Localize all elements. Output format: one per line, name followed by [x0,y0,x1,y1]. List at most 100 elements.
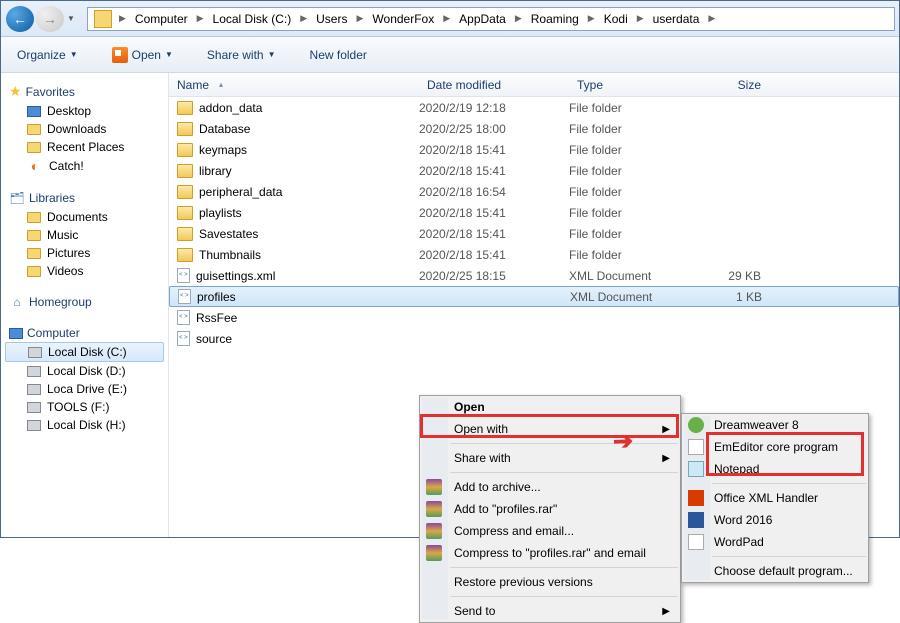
ctx-restore[interactable]: Restore previous versions [420,571,680,593]
address-bar[interactable]: ▶ Computer▶ Local Disk (C:)▶ Users▶ Wond… [87,7,895,31]
crumb-wonderfox[interactable]: WonderFox [366,8,440,30]
back-button[interactable]: ← [6,6,34,32]
wordpad-icon [688,534,704,550]
sub-notepad[interactable]: Notepad [682,458,868,480]
chevron-right-icon[interactable]: ▶ [116,13,129,24]
computer-header[interactable]: Computer [1,324,168,342]
homegroup-header[interactable]: ⌂Homegroup [1,292,168,312]
ctx-label: Dreamweaver 8 [714,418,799,432]
file-type-cell: XML Document [569,269,689,283]
file-type-cell: File folder [569,122,689,136]
share-with-button[interactable]: Share with ▼ [201,44,282,66]
ctx-add-profiles-rar[interactable]: Add to "profiles.rar" [420,498,680,520]
sidebar-item-drive-h[interactable]: Local Disk (H:) [1,416,168,434]
ctx-open[interactable]: Open [420,396,680,418]
open-button[interactable]: Open ▼ [106,43,179,67]
libraries-header[interactable]: 🗂 Libraries [1,188,168,208]
sub-wordpad[interactable]: WordPad [682,531,868,553]
dropdown-icon: ▼ [70,50,78,59]
history-dropdown[interactable]: ▼ [65,14,77,23]
chevron-right-icon[interactable]: ▶ [440,13,453,24]
sidebar-item-music[interactable]: Music [1,226,168,244]
sidebar-item-label: Downloads [47,122,106,136]
libraries-icon: 🗂 [9,190,25,206]
crumb-users[interactable]: Users [310,8,353,30]
file-name-cell: Savestates [177,227,419,241]
crumb-appdata[interactable]: AppData [453,8,512,30]
file-name: playlists [199,206,242,220]
file-row[interactable]: keymaps2020/2/18 15:41File folder [169,139,899,160]
file-row[interactable]: Database2020/2/25 18:00File folder [169,118,899,139]
drive-icon [28,347,42,358]
file-row[interactable]: playlists2020/2/18 15:41File folder [169,202,899,223]
chevron-right-icon[interactable]: ▶ [194,13,207,24]
sidebar-item-drive-e[interactable]: Loca Drive (E:) [1,380,168,398]
crumb-userdata[interactable]: userdata [647,8,706,30]
crumb-roaming[interactable]: Roaming [525,8,585,30]
chevron-right-icon[interactable]: ▶ [353,13,366,24]
new-folder-button[interactable]: New folder [304,44,373,66]
crumb-kodi[interactable]: Kodi [598,8,634,30]
chevron-right-icon[interactable]: ▶ [297,13,310,24]
open-with-submenu: Dreamweaver 8 EmEditor core program Note… [681,413,869,583]
chevron-right-icon[interactable]: ▶ [585,13,598,24]
sub-dreamweaver[interactable]: Dreamweaver 8 [682,414,868,436]
sub-word[interactable]: Word 2016 [682,509,868,531]
favorites-header[interactable]: ★Favorites [1,81,168,102]
sidebar-item-recent[interactable]: Recent Places [1,138,168,156]
sidebar-item-desktop[interactable]: Desktop [1,102,168,120]
sidebar-item-catch[interactable]: ◐Catch! [1,156,168,176]
sub-emeditor[interactable]: EmEditor core program [682,436,868,458]
organize-button[interactable]: Organize ▼ [11,44,84,66]
ctx-open-with[interactable]: Open with▶ [420,418,680,440]
file-row[interactable]: Savestates2020/2/18 15:41File folder [169,223,899,244]
ctx-share-with[interactable]: Share with▶ [420,447,680,469]
ctx-send-to[interactable]: Send to▶ [420,600,680,622]
file-type-cell: XML Document [570,290,690,304]
file-row[interactable]: source [169,328,899,349]
column-type[interactable]: Type [569,78,689,92]
file-name: keymaps [199,143,247,157]
content-area: ★Favorites Desktop Downloads Recent Plac… [1,73,899,537]
file-row[interactable]: peripheral_data2020/2/18 16:54File folde… [169,181,899,202]
file-type-cell: File folder [569,206,689,220]
sidebar-item-drive-c[interactable]: Local Disk (C:) [5,342,164,362]
column-date[interactable]: Date modified [419,78,569,92]
ctx-compress-profiles-email[interactable]: Compress to "profiles.rar" and email [420,542,680,564]
libraries-label: Libraries [29,191,75,205]
ctx-compress-email[interactable]: Compress and email... [420,520,680,542]
ctx-add-archive[interactable]: Add to archive... [420,476,680,498]
ctx-label: WordPad [714,535,764,549]
file-row[interactable]: addon_data2020/2/19 12:18File folder [169,97,899,118]
sidebar-item-pictures[interactable]: Pictures [1,244,168,262]
file-row[interactable]: library2020/2/18 15:41File folder [169,160,899,181]
file-row[interactable]: Thumbnails2020/2/18 15:41File folder [169,244,899,265]
column-size[interactable]: Size [689,78,769,92]
column-name[interactable]: Name▴ [169,78,419,92]
file-name-cell: guisettings.xml [177,268,419,283]
ctx-separator [712,556,866,557]
folder-icon [177,185,193,199]
sidebar-item-drive-f[interactable]: TOOLS (F:) [1,398,168,416]
chevron-right-icon[interactable]: ▶ [705,13,718,24]
sidebar-item-videos[interactable]: Videos [1,262,168,280]
sidebar-item-documents[interactable]: Documents [1,208,168,226]
file-name: RssFee [196,311,237,325]
file-name: addon_data [199,101,262,115]
sub-choose-default[interactable]: Choose default program... [682,560,868,582]
file-row[interactable]: guisettings.xml2020/2/25 18:15XML Docume… [169,265,899,286]
chevron-right-icon[interactable]: ▶ [634,13,647,24]
sidebar-item-downloads[interactable]: Downloads [1,120,168,138]
sidebar-item-label: TOOLS (F:) [47,400,109,414]
file-date-cell: 2020/2/18 16:54 [419,185,569,199]
crumb-localdisk-c[interactable]: Local Disk (C:) [207,8,298,30]
crumb-computer[interactable]: Computer [129,8,194,30]
chevron-right-icon[interactable]: ▶ [512,13,525,24]
sub-officexml[interactable]: Office XML Handler [682,487,868,509]
file-row[interactable]: RssFee [169,307,899,328]
sidebar-item-drive-d[interactable]: Local Disk (D:) [1,362,168,380]
file-row[interactable]: profilesXML Document1 KB [169,286,899,307]
file-name: library [199,164,232,178]
computer-group: Computer Local Disk (C:) Local Disk (D:)… [1,324,168,434]
ctx-separator [712,483,866,484]
